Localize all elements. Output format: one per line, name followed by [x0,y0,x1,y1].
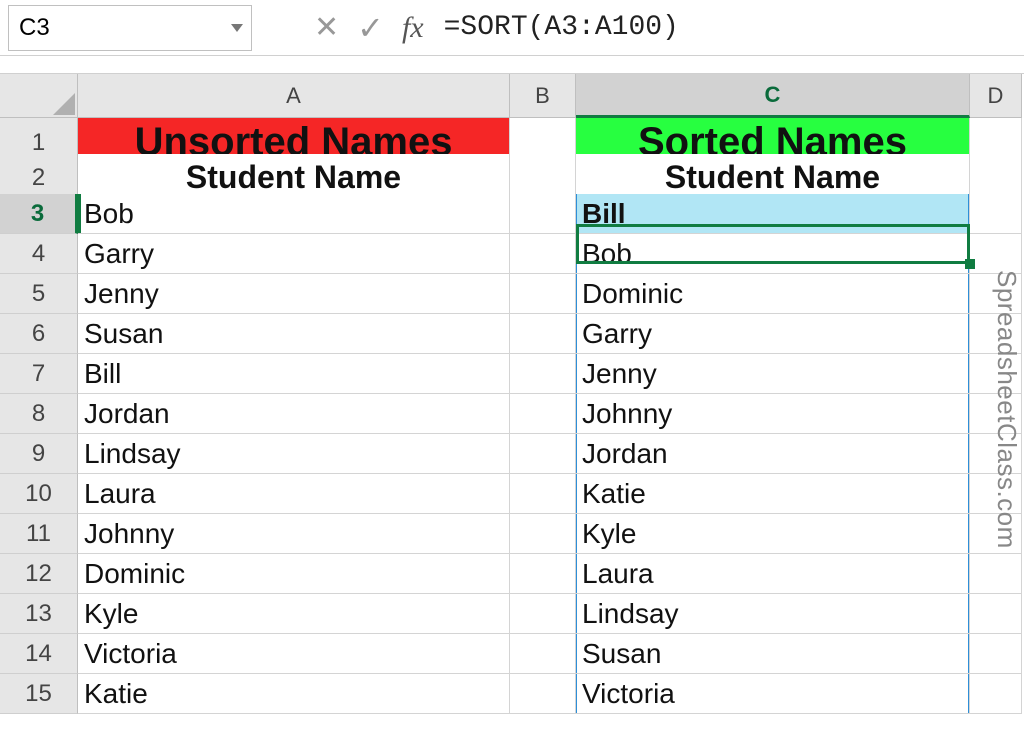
cell-B8[interactable] [510,394,576,434]
cell-B6[interactable] [510,314,576,354]
name-box[interactable]: C3 [8,5,252,51]
row-header-3[interactable]: 3 [0,194,78,234]
cell-A10[interactable]: Laura [78,474,510,514]
spreadsheet-grid[interactable]: A B C D 1 Unsorted Names Sorted Names 2 … [0,74,1024,714]
cell-A11[interactable]: Johnny [78,514,510,554]
row-header-14[interactable]: 14 [0,634,78,674]
cell-A9[interactable]: Lindsay [78,434,510,474]
cell-C15[interactable]: Victoria [576,674,970,714]
row-header-9[interactable]: 9 [0,434,78,474]
row-header-11[interactable]: 11 [0,514,78,554]
cell-C8[interactable]: Johnny [576,394,970,434]
cell-B4[interactable] [510,234,576,274]
cell-D4[interactable] [970,234,1022,274]
cell-B11[interactable] [510,514,576,554]
row-header-4[interactable]: 4 [0,234,78,274]
selection-fill-handle[interactable] [965,259,975,269]
row-header-15[interactable]: 15 [0,674,78,714]
cell-D3[interactable] [970,194,1022,234]
watermark-text: SpreadsheetClass.com [991,270,1022,549]
col-header-A[interactable]: A [78,74,510,118]
cell-C6[interactable]: Garry [576,314,970,354]
cell-C5[interactable]: Dominic [576,274,970,314]
col-header-C[interactable]: C [576,74,970,118]
row-header-10[interactable]: 10 [0,474,78,514]
cell-A3[interactable]: Bob [78,194,510,234]
cell-D12[interactable] [970,554,1022,594]
fx-icon[interactable]: fx [402,11,424,45]
cell-B15[interactable] [510,674,576,714]
row-header-5[interactable]: 5 [0,274,78,314]
cell-C13[interactable]: Lindsay [576,594,970,634]
cell-B5[interactable] [510,274,576,314]
name-box-value: C3 [19,14,50,42]
cell-B9[interactable] [510,434,576,474]
name-box-dropdown-icon[interactable] [231,24,243,32]
cell-B12[interactable] [510,554,576,594]
cell-D15[interactable] [970,674,1022,714]
cell-B13[interactable] [510,594,576,634]
cell-A14[interactable]: Victoria [78,634,510,674]
row-header-7[interactable]: 7 [0,354,78,394]
cell-A7[interactable]: Bill [78,354,510,394]
row-header-12[interactable]: 12 [0,554,78,594]
row-header-13[interactable]: 13 [0,594,78,634]
cell-A5[interactable]: Jenny [78,274,510,314]
row-header-8[interactable]: 8 [0,394,78,434]
confirm-icon[interactable]: ✓ [357,9,384,47]
cell-C11[interactable]: Kyle [576,514,970,554]
cell-A4[interactable]: Garry [78,234,510,274]
cell-D13[interactable] [970,594,1022,634]
formula-bar-buttons: ✕ ✓ fx [314,9,424,47]
toolbar-spacer [0,56,1024,74]
cell-C12[interactable]: Laura [576,554,970,594]
cell-A12[interactable]: Dominic [78,554,510,594]
cell-A13[interactable]: Kyle [78,594,510,634]
cell-C9[interactable]: Jordan [576,434,970,474]
cell-D14[interactable] [970,634,1022,674]
cell-B10[interactable] [510,474,576,514]
select-all-corner[interactable] [0,74,78,118]
cell-C14[interactable]: Susan [576,634,970,674]
cell-A6[interactable]: Susan [78,314,510,354]
cell-C7[interactable]: Jenny [576,354,970,394]
formula-input[interactable] [436,5,1016,51]
cell-B3[interactable] [510,194,576,234]
col-header-B[interactable]: B [510,74,576,118]
cell-C10[interactable]: Katie [576,474,970,514]
formula-bar: C3 ✕ ✓ fx [0,0,1024,56]
cell-C4[interactable]: Bob [576,234,970,274]
cell-B14[interactable] [510,634,576,674]
cell-C3[interactable]: Bill [576,194,970,234]
cancel-icon[interactable]: ✕ [314,10,339,45]
cell-B7[interactable] [510,354,576,394]
row-header-6[interactable]: 6 [0,314,78,354]
cell-A8[interactable]: Jordan [78,394,510,434]
col-header-D[interactable]: D [970,74,1022,118]
cell-A15[interactable]: Katie [78,674,510,714]
